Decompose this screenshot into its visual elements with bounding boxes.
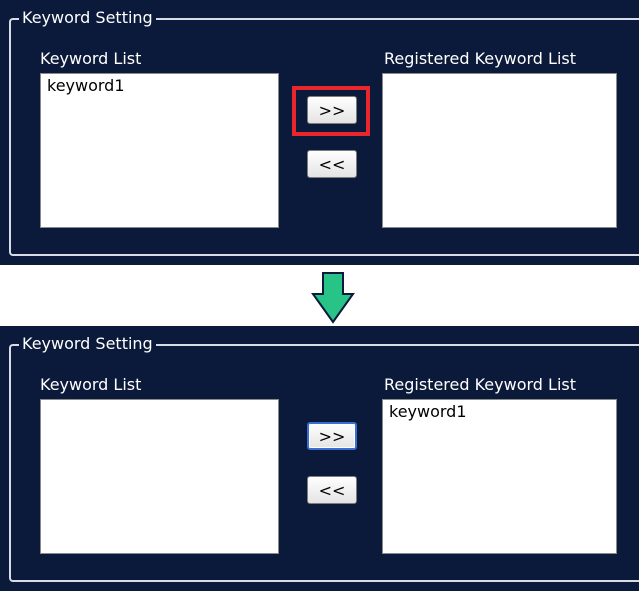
list-item[interactable]: keyword1 — [383, 400, 616, 423]
highlight-box — [292, 86, 370, 136]
keyword-list[interactable]: keyword1 — [40, 73, 279, 228]
group-title: Keyword Setting — [19, 334, 156, 354]
registered-keyword-list[interactable] — [382, 73, 617, 228]
group-title: Keyword Setting — [19, 8, 156, 28]
add-keyword-button[interactable]: >> — [307, 422, 357, 450]
registered-keyword-list-label: Registered Keyword List — [384, 49, 576, 68]
keyword-list-label: Keyword List — [40, 49, 142, 68]
registered-keyword-list-label: Registered Keyword List — [384, 375, 576, 394]
keyword-list[interactable] — [40, 399, 279, 554]
keyword-setting-panel-before: Keyword Setting Keyword List Registered … — [0, 0, 639, 265]
registered-keyword-list[interactable]: keyword1 — [382, 399, 617, 554]
list-item[interactable]: keyword1 — [41, 74, 278, 97]
remove-keyword-button[interactable]: << — [307, 150, 357, 178]
keyword-setting-panel-after: Keyword Setting Keyword List Registered … — [0, 326, 639, 591]
remove-keyword-button[interactable]: << — [307, 476, 357, 504]
arrow-down-icon — [311, 272, 355, 324]
keyword-list-label: Keyword List — [40, 375, 142, 394]
